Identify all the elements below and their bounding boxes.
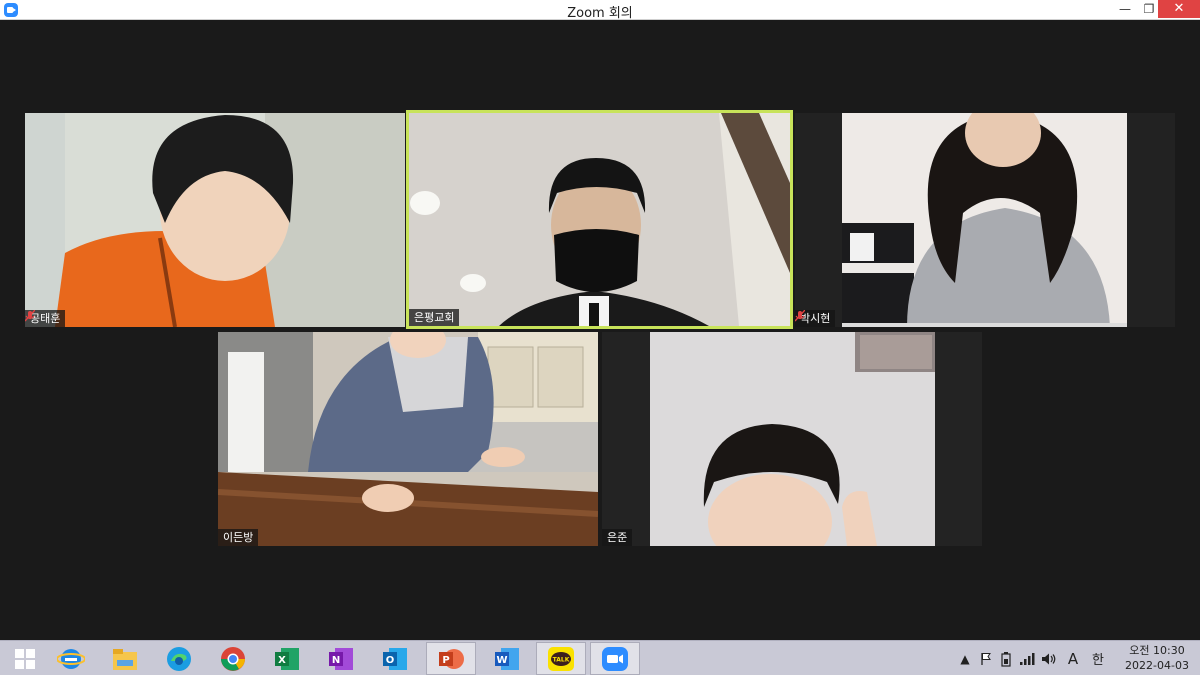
tray-flag[interactable] xyxy=(978,641,994,675)
internet-explorer-icon xyxy=(57,648,85,669)
participant-tile[interactable]: 박시현 xyxy=(795,113,1175,327)
taskbar-zoom[interactable] xyxy=(590,642,640,675)
file-explorer-icon xyxy=(113,648,137,670)
edge-icon xyxy=(167,646,191,671)
tray-ime-mode[interactable]: A xyxy=(1064,641,1082,675)
onenote-icon: N xyxy=(329,647,353,670)
kakaotalk-label: TALK xyxy=(553,656,570,663)
word-icon: W xyxy=(495,647,519,670)
tray-battery[interactable] xyxy=(998,641,1014,675)
video-feed xyxy=(218,332,598,546)
video-feed xyxy=(795,113,1175,327)
windows-taskbar: X N O P W TALK ▲ A 한 오전 10:30 2022-04-03 xyxy=(0,640,1200,675)
word-letter: W xyxy=(496,655,507,666)
muted-mic-icon xyxy=(25,310,35,322)
participant-name: 이든방 xyxy=(223,531,254,544)
taskbar-word[interactable]: W xyxy=(482,642,532,675)
chrome-icon xyxy=(221,646,245,671)
volume-icon xyxy=(1042,653,1056,664)
title-bar: Zoom 회의 — ❐ ✕ xyxy=(0,0,1200,21)
start-button[interactable] xyxy=(0,642,50,675)
taskbar-clock[interactable]: 오전 10:30 2022-04-03 xyxy=(1118,643,1196,673)
taskbar-chrome[interactable] xyxy=(208,642,258,675)
taskbar-kakaotalk[interactable]: TALK xyxy=(536,642,586,675)
participant-tile[interactable]: 은준 xyxy=(602,332,982,546)
participant-name-tag: 은준 xyxy=(602,529,633,546)
participant-name-tag: 은평교회 xyxy=(409,309,460,326)
excel-letter: X xyxy=(278,655,286,666)
network-signal-icon xyxy=(1020,652,1035,665)
tray-network[interactable] xyxy=(1018,641,1036,675)
participant-name-tag: 공태훈 xyxy=(25,310,66,327)
participant-name: 은평교회 xyxy=(414,311,455,324)
powerpoint-icon: P xyxy=(439,648,464,669)
clock-date: 2022-04-03 xyxy=(1125,659,1189,672)
taskbar-edge[interactable] xyxy=(154,642,204,675)
participant-name: 은준 xyxy=(607,531,628,544)
participant-tile-active-speaker[interactable]: 은평교회 xyxy=(406,110,793,329)
power-icon xyxy=(1001,651,1011,667)
window-title: Zoom 회의 xyxy=(567,6,633,21)
participant-tile[interactable]: 이든방 xyxy=(218,332,598,546)
participant-tile[interactable]: 공태훈 xyxy=(25,113,405,327)
participant-name-tag: 박시현 xyxy=(795,310,836,327)
outlook-letter: O xyxy=(386,655,395,666)
video-feed xyxy=(409,113,790,326)
kakaotalk-icon: TALK xyxy=(548,646,574,671)
onenote-letter: N xyxy=(332,655,340,666)
zoom-window: Zoom 회의 — ❐ ✕ 공태훈 은평교회 박시현 이든방 은준 X N O … xyxy=(0,0,1200,675)
video-feed xyxy=(602,332,982,546)
participant-name-tag: 이든방 xyxy=(218,529,259,546)
clock-time: 오전 10:30 xyxy=(1129,644,1185,657)
taskbar-outlook[interactable]: O xyxy=(370,642,420,675)
taskbar-file-explorer[interactable] xyxy=(100,642,150,675)
taskbar-powerpoint[interactable]: P xyxy=(426,642,476,675)
tray-volume[interactable] xyxy=(1040,641,1058,675)
outlook-icon: O xyxy=(383,647,407,670)
taskbar-onenote[interactable]: N xyxy=(316,642,366,675)
video-gallery: 공태훈 은평교회 박시현 이든방 은준 xyxy=(0,21,1200,640)
action-center-flag-icon xyxy=(981,652,991,665)
video-feed xyxy=(25,113,405,327)
excel-icon: X xyxy=(275,647,299,670)
muted-mic-icon xyxy=(795,310,805,322)
tray-hangul[interactable]: 한 xyxy=(1088,641,1108,675)
powerpoint-letter: P xyxy=(442,655,449,666)
tray-overflow-button[interactable]: ▲ xyxy=(958,641,972,675)
taskbar-excel[interactable]: X xyxy=(262,642,312,675)
zoom-icon xyxy=(602,646,628,671)
chevron-up-icon: ▲ xyxy=(960,651,970,666)
windows-start-icon xyxy=(15,648,35,669)
close-button[interactable]: ✕ xyxy=(1158,0,1200,18)
taskbar-internet-explorer[interactable] xyxy=(46,642,96,675)
